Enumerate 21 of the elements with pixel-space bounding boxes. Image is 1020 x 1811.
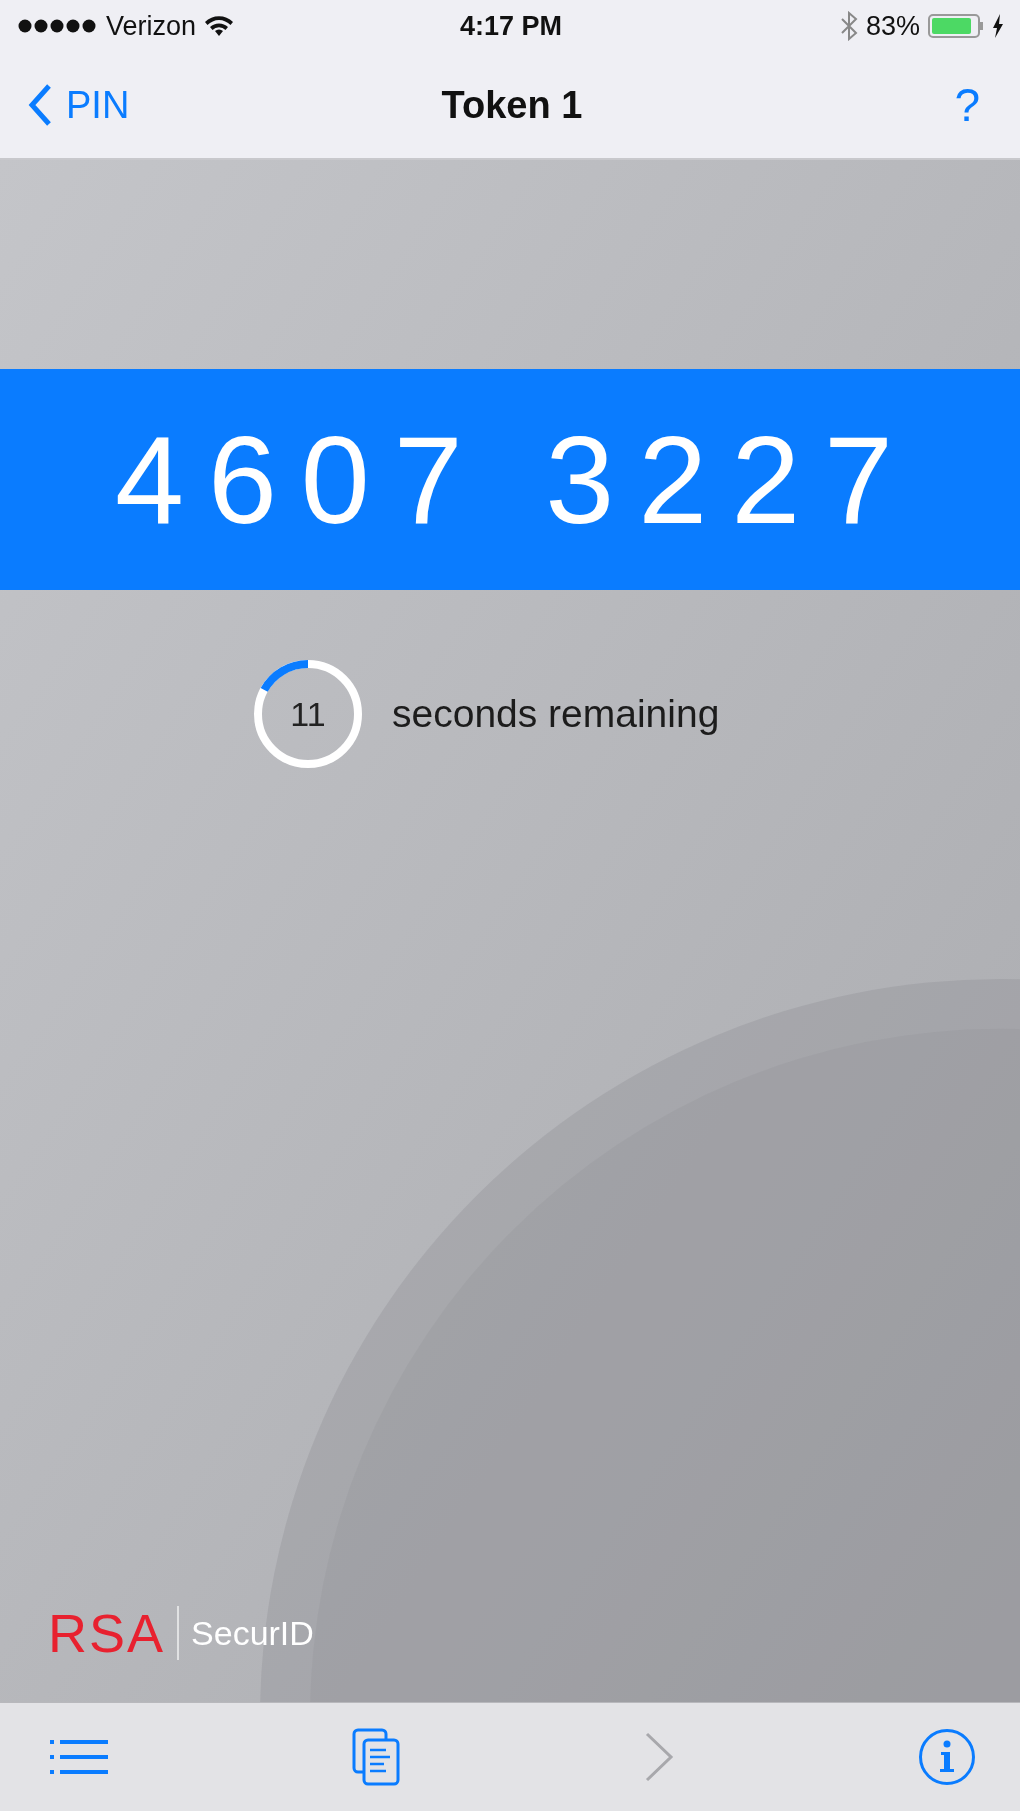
- nav-title: Token 1: [441, 83, 583, 127]
- seconds-count: 11: [290, 694, 326, 734]
- status-time: 4:17 PM: [460, 10, 563, 42]
- info-icon: [918, 1728, 976, 1786]
- battery-icon: [928, 14, 984, 38]
- charging-icon: [992, 14, 1004, 38]
- back-button[interactable]: PIN: [28, 83, 130, 127]
- list-icon: [50, 1740, 108, 1774]
- help-button[interactable]: ?: [938, 78, 996, 132]
- signal-icon: [18, 19, 98, 33]
- chevron-right-icon: [644, 1731, 674, 1783]
- chevron-left-icon: [28, 83, 52, 127]
- token-code: 4607 3227: [113, 409, 918, 551]
- bluetooth-icon: [839, 11, 858, 41]
- copy-icon: [352, 1728, 400, 1786]
- seconds-label: seconds remaining: [392, 692, 720, 736]
- carrier-name: Verizon: [106, 10, 197, 42]
- product-name: SecurID: [191, 1613, 314, 1653]
- brand-logo: RSA: [48, 1602, 166, 1664]
- wifi-icon: [204, 15, 235, 37]
- battery-percentage: 83%: [865, 10, 920, 42]
